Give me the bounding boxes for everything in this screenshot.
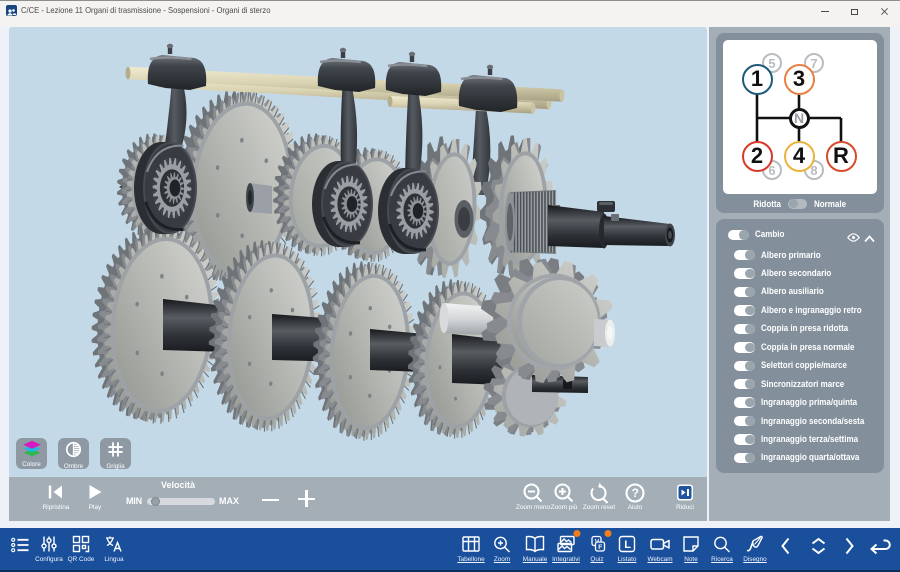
svg-text:L: L	[624, 539, 631, 551]
svg-text:F: F	[598, 544, 602, 551]
svg-text:?: ?	[632, 486, 639, 500]
